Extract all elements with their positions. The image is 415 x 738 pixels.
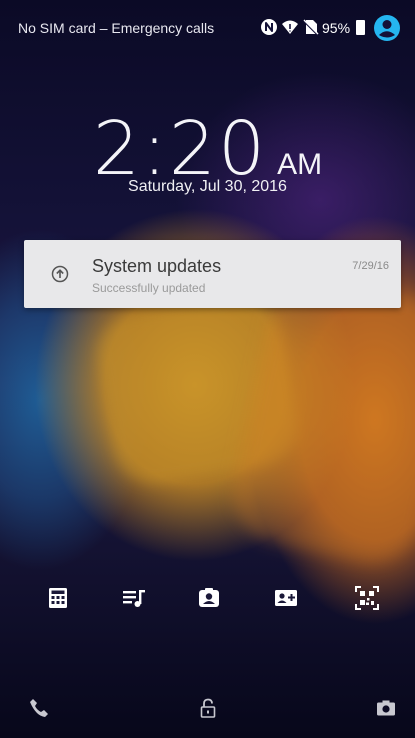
system-update-icon: [50, 264, 70, 284]
unlock-button[interactable]: [193, 695, 223, 725]
camera-icon: [375, 697, 397, 724]
qr-scanner-icon: [354, 585, 380, 616]
qr-scanner-shortcut[interactable]: [349, 582, 385, 618]
status-bar: No SIM card – Emergency calls 95%: [0, 0, 415, 52]
wallpaper-yellow-shape: [91, 290, 304, 490]
notification-card-system-updates[interactable]: System updates Successfully updated 7/29…: [24, 240, 401, 308]
carrier-status-text: No SIM card – Emergency calls: [18, 20, 215, 36]
notification-date: 7/29/16: [352, 260, 389, 272]
notification-title: System updates: [92, 256, 222, 276]
wifi-icon: [281, 18, 299, 36]
calculator-shortcut[interactable]: [40, 582, 76, 618]
wallpaper-orange-shape: [224, 268, 415, 572]
no-sim-icon: [302, 18, 320, 36]
lock-screen: No SIM card – Emergency calls 95% 2:20 A…: [0, 0, 415, 738]
calculator-icon: [45, 585, 71, 616]
lock-icon: [197, 697, 219, 724]
add-contact-shortcut[interactable]: [268, 582, 304, 618]
phone-icon: [28, 697, 50, 724]
battery-icon: [356, 20, 365, 35]
phone-shortcut[interactable]: [24, 695, 54, 725]
selfie-camera-shortcut[interactable]: [191, 582, 227, 618]
nfc-icon: [260, 18, 278, 36]
music-playlist-icon: [121, 585, 147, 616]
clock-ampm: AM: [277, 148, 323, 181]
user-icon[interactable]: [373, 14, 401, 42]
battery-percent: 95%: [322, 20, 351, 36]
lockscreen-date: Saturday, Jul 30, 2016: [128, 178, 287, 195]
notification-subtitle: Successfully updated: [92, 281, 206, 295]
selfie-camera-icon: [196, 585, 222, 616]
add-contact-icon: [273, 585, 299, 616]
camera-shortcut[interactable]: [371, 695, 401, 725]
music-shortcut[interactable]: [116, 582, 152, 618]
